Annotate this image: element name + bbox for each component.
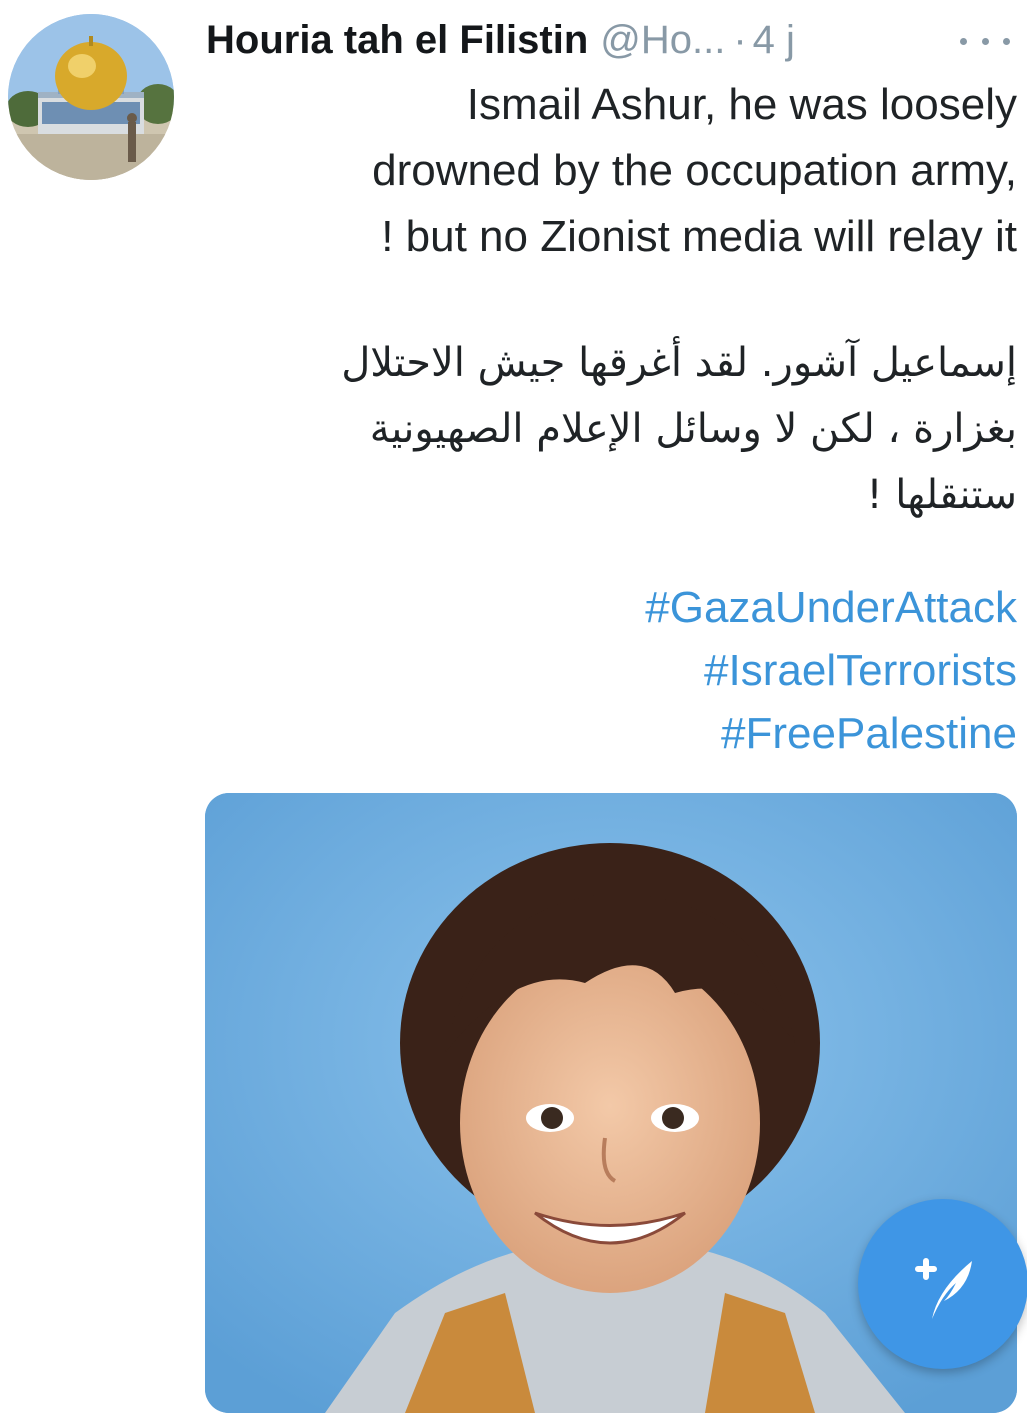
- tweet-arabic-line: ستنقلها !: [866, 472, 1017, 518]
- tweet-text: Ismail Ashur, he was loosely drowned by …: [197, 72, 1017, 270]
- tweet-text-arabic: إسماعيل آشور. لقد أغرقها جيش الاحتلال بغ…: [197, 330, 1017, 528]
- hashtag-list: #GazaUnderAttack #IsraelTerrorists #Free…: [645, 576, 1017, 765]
- timestamp[interactable]: 4 j: [753, 18, 795, 63]
- tweet-text-line: ! but no Zionist media will relay it: [381, 212, 1017, 261]
- display-name[interactable]: Houria tah el Filistin: [206, 18, 588, 63]
- compose-feather-plus-icon: [915, 1258, 972, 1319]
- header-separator: ·: [733, 17, 747, 62]
- tweet[interactable]: Houria tah el Filistin @Ho... · 4 j Isma…: [0, 0, 1027, 1413]
- compose-tweet-button[interactable]: [858, 1199, 1027, 1369]
- tweet-arabic-line: بغزارة ، لكن لا وسائل الإعلام الصهيونية: [369, 406, 1017, 452]
- tweet-text-line: drowned by the occupation army,: [372, 146, 1017, 195]
- tweet-text-line: Ismail Ashur, he was loosely: [466, 80, 1017, 129]
- tweet-arabic-line: إسماعيل آشور. لقد أغرقها جيش الاحتلال: [341, 340, 1017, 386]
- tweet-header: Houria tah el Filistin @Ho... · 4 j: [206, 10, 795, 70]
- user-handle[interactable]: @Ho...: [600, 18, 725, 63]
- avatar[interactable]: [8, 14, 174, 180]
- hashtag-link[interactable]: #GazaUnderAttack: [645, 576, 1017, 639]
- more-horizontal-icon[interactable]: [960, 26, 1010, 56]
- hashtag-link[interactable]: #IsraelTerrorists: [645, 639, 1017, 702]
- hashtag-link[interactable]: #FreePalestine: [645, 702, 1017, 765]
- dome-of-the-rock-avatar-image: [8, 14, 174, 180]
